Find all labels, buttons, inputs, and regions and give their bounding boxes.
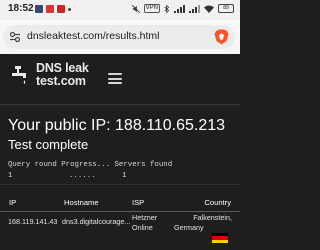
col-hostname: Hostname — [64, 198, 99, 207]
query-round-value: 1 — [8, 172, 13, 180]
address-bar[interactable]: dnsleaktest.com/results.html — [3, 25, 235, 49]
server-isp-line1: Hetzner — [132, 213, 158, 222]
battery-icon: 89 — [218, 4, 234, 13]
faucet-logo-icon — [12, 66, 26, 84]
site-logo[interactable]: DNS leak test.com — [12, 62, 98, 98]
status-bar: 18:52 VPN 89 — [0, 0, 240, 20]
col-isp: ISP — [132, 198, 145, 207]
col-progress: Progress... — [61, 161, 111, 169]
app-notification-icon — [35, 5, 43, 13]
public-ip-heading: Your public IP: 188.110.65.213 — [8, 117, 226, 134]
col-ip: IP — [9, 198, 17, 207]
notification-icons — [35, 5, 71, 13]
url-text: dnsleaktest.com/results.html — [27, 30, 160, 42]
battery-level: 89 — [223, 5, 229, 11]
flag-stripe — [212, 239, 228, 243]
section-divider — [0, 184, 240, 185]
server-table-header: IP Hostname ISP Country — [0, 193, 240, 213]
server-country: Germany — [174, 223, 204, 232]
wifi-icon — [204, 5, 214, 13]
server-ip: 168.119.141.43 — [8, 217, 58, 226]
server-city: Falkenstein, — [193, 213, 232, 222]
app-notification-icon — [57, 5, 65, 13]
site-header: DNS leak test.com — [0, 54, 240, 104]
server-hostname: dns3.digitalcourage... — [62, 217, 131, 226]
query-table-row: 1...... 1 — [8, 172, 126, 180]
col-country: Country — [204, 198, 231, 207]
logo-line-2: test.com — [36, 73, 86, 88]
server-isp-line2: Online — [132, 223, 153, 232]
hamburger-menu-icon[interactable] — [108, 73, 122, 84]
servers-found-value: 1 — [122, 172, 127, 180]
progress-value: ...... — [69, 172, 96, 180]
header-divider — [0, 104, 240, 105]
app-notification-icon — [46, 5, 54, 13]
signal-icon — [189, 4, 200, 13]
col-query-round: Query round — [8, 161, 57, 169]
clock: 18:52 — [8, 3, 34, 14]
query-table-header: Query round Progress... Servers found — [8, 161, 172, 169]
germany-flag-icon — [212, 233, 228, 243]
vpn-badge: VPN — [143, 4, 160, 13]
table-row: 168.119.141.43 dns3.digitalcourage... He… — [0, 212, 240, 250]
brave-shield-icon[interactable] — [214, 29, 229, 45]
mute-icon — [131, 4, 140, 13]
browser-toolbar: dnsleaktest.com/results.html — [0, 20, 240, 55]
test-status-heading: Test complete — [8, 137, 89, 152]
site-settings-icon[interactable] — [9, 31, 21, 43]
bluetooth-icon — [164, 4, 170, 13]
logo-line-1: DNS leak — [36, 61, 89, 75]
logo-text: DNS leak test.com — [36, 62, 106, 87]
more-notifications-icon — [68, 8, 71, 11]
signal-icon — [174, 4, 185, 13]
system-icons: VPN 89 — [131, 4, 234, 13]
col-servers-found: Servers found — [114, 161, 173, 169]
